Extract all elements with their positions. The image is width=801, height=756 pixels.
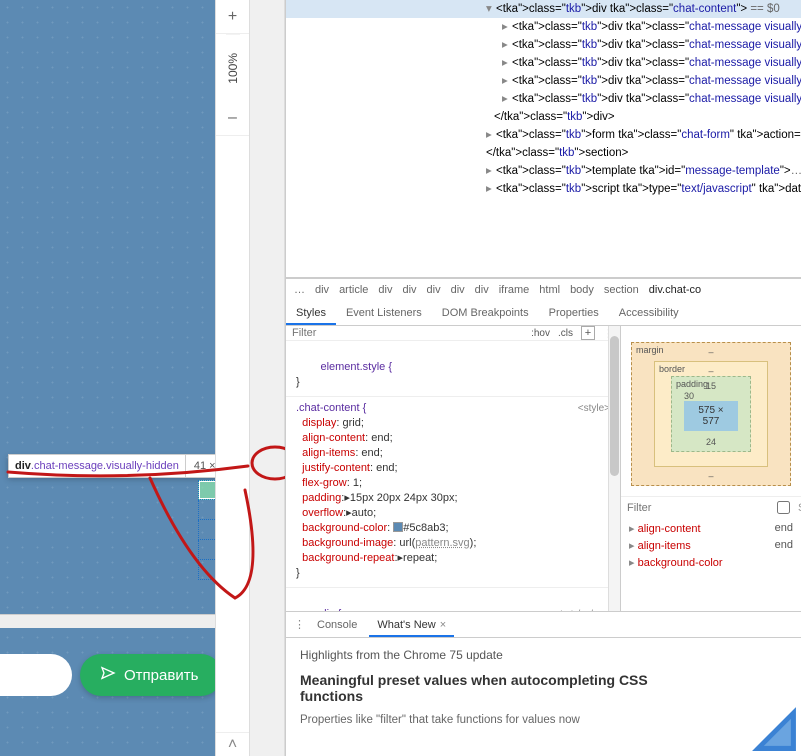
dom-breadcrumbs[interactable]: …divarticledivdivdivdivdiviframehtmlbody… bbox=[286, 278, 801, 300]
drawer-paragraph: Properties like "filter" that take funct… bbox=[300, 714, 787, 726]
breadcrumb-item[interactable]: section bbox=[604, 284, 639, 296]
css-rule-chat-content[interactable]: <style>.chat-content { display: grid; al… bbox=[286, 397, 620, 588]
dom-node-line[interactable]: ▸<tka">class="tkb">div tka">class="chat-… bbox=[286, 18, 801, 36]
paper-plane-icon bbox=[100, 665, 116, 685]
send-button-label: Отправить bbox=[124, 667, 198, 684]
drawer-tabbar: ⋮ Console What's New × bbox=[286, 612, 801, 638]
breadcrumb-item[interactable]: html bbox=[539, 284, 560, 296]
breadcrumb-item[interactable]: div bbox=[402, 284, 416, 296]
pattern-bg bbox=[0, 0, 249, 756]
element-style-block[interactable]: element.style { } bbox=[286, 341, 620, 397]
styles-filter-input[interactable] bbox=[292, 327, 523, 339]
dom-node-line[interactable]: ▸<tka">class="tkb">form tka">class="chat… bbox=[286, 126, 801, 144]
styles-tab-dom-breakpoints[interactable]: DOM Breakpoints bbox=[432, 300, 539, 325]
dom-node-line[interactable]: ▸<tka">class="tkb">script tka">type="tex… bbox=[286, 180, 801, 198]
breadcrumb-item[interactable]: body bbox=[570, 284, 594, 296]
dom-node-line[interactable]: ▸<tka">class="tkb">div tka">class="chat-… bbox=[286, 72, 801, 90]
computed-filter-input[interactable] bbox=[627, 502, 769, 514]
dom-node-line[interactable]: ▸<tka">class="tkb">div tka">class="chat-… bbox=[286, 36, 801, 54]
devtools-logo-icon bbox=[747, 702, 801, 756]
pane-resize-gutter[interactable] bbox=[249, 0, 285, 756]
inspect-tooltip: div.chat-message.visually-hidden 41 × 15 bbox=[8, 455, 240, 477]
dom-node-line[interactable]: ▸<tka">class="tkb">div tka">class="chat-… bbox=[286, 54, 801, 72]
close-icon[interactable]: × bbox=[440, 619, 446, 631]
breadcrumb-item[interactable]: … bbox=[294, 284, 305, 296]
breadcrumb-item[interactable]: div bbox=[451, 284, 465, 296]
dom-node-line[interactable]: ▾<tka">class="tkb">div tka">class="chat-… bbox=[286, 0, 801, 18]
computed-properties-list[interactable]: align-contentendalign-itemsendbackground… bbox=[621, 518, 801, 573]
show-all-checkbox[interactable] bbox=[777, 501, 790, 514]
drawer-tab-console[interactable]: Console bbox=[309, 612, 365, 637]
zoom-percent[interactable]: 100% bbox=[226, 34, 240, 102]
elements-tree[interactable]: ▾<tka">class="tkb">div tka">class="chat-… bbox=[286, 0, 801, 278]
breadcrumb-item[interactable]: div bbox=[378, 284, 392, 296]
chat-input-partial[interactable] bbox=[0, 654, 72, 696]
computed-property[interactable]: align-contentend bbox=[629, 520, 793, 537]
computed-filter: S bbox=[621, 496, 801, 518]
preview-pane[interactable]: div.chat-message.visually-hidden 41 × 15… bbox=[0, 0, 249, 756]
styles-scrollbar[interactable] bbox=[608, 326, 620, 611]
breadcrumb-item[interactable]: iframe bbox=[499, 284, 530, 296]
computed-property[interactable]: align-itemsend bbox=[629, 537, 793, 554]
computed-pane[interactable]: margin –– border – padding 15 30 24 575 … bbox=[621, 326, 801, 611]
dom-node-line[interactable]: </tka">class="tkb">section> bbox=[286, 144, 801, 162]
styles-tab-styles[interactable]: Styles bbox=[286, 300, 336, 325]
zoom-toolbar: + 100% – ˄ bbox=[215, 0, 249, 756]
box-model-diagram[interactable]: margin –– border – padding 15 30 24 575 … bbox=[621, 326, 801, 496]
breadcrumb-item[interactable]: div bbox=[315, 284, 329, 296]
styles-tabbar: StylesEvent ListenersDOM BreakpointsProp… bbox=[286, 300, 801, 326]
zoom-collapse-icon[interactable]: ˄ bbox=[216, 732, 250, 756]
breadcrumb-item[interactable]: div bbox=[475, 284, 489, 296]
send-button[interactable]: Отправить bbox=[80, 654, 222, 696]
styles-tab-accessibility[interactable]: Accessibility bbox=[609, 300, 689, 325]
drawer-tab-whatsnew[interactable]: What's New × bbox=[369, 612, 454, 637]
breadcrumb-item[interactable]: article bbox=[339, 284, 368, 296]
dom-node-line[interactable]: ▸<tka">class="tkb">div tka">class="chat-… bbox=[286, 90, 801, 108]
dom-node-line[interactable]: ▸<tka">class="tkb">template tka">id="mes… bbox=[286, 162, 801, 180]
styles-tab-event-listeners[interactable]: Event Listeners bbox=[336, 300, 432, 325]
hov-toggle[interactable]: :hov bbox=[531, 328, 550, 339]
styles-tab-properties[interactable]: Properties bbox=[539, 300, 609, 325]
cls-toggle[interactable]: .cls bbox=[558, 328, 573, 339]
drawer-menu-icon[interactable]: ⋮ bbox=[294, 618, 305, 631]
new-rule-button[interactable]: + bbox=[581, 326, 595, 340]
zoom-out-button[interactable]: – bbox=[216, 102, 250, 136]
drawer-subtitle: Highlights from the Chrome 75 update bbox=[300, 648, 787, 662]
css-rule-ua[interactable]: user agent stylesheetdiv { display: bloc… bbox=[286, 588, 620, 611]
box-content-size: 575 × 577 bbox=[684, 401, 738, 431]
zoom-in-button[interactable]: + bbox=[216, 0, 250, 34]
drawer-body[interactable]: Highlights from the Chrome 75 update Mea… bbox=[286, 638, 801, 756]
computed-property[interactable]: background-color bbox=[629, 554, 793, 571]
styles-filter-bar: :hov .cls + ⋮ bbox=[286, 326, 620, 341]
devtools-panel: ▾<tka">class="tkb">div tka">class="chat-… bbox=[285, 0, 801, 756]
drawer-heading: Meaningful preset values when autocomple… bbox=[300, 672, 787, 704]
breadcrumb-item[interactable]: div bbox=[427, 284, 441, 296]
breadcrumb-item[interactable]: div.chat-co bbox=[649, 284, 701, 296]
dom-node-line[interactable]: </tka">class="tkb">div> bbox=[286, 108, 801, 126]
styles-pane[interactable]: :hov .cls + ⋮ element.style { } <style>.… bbox=[286, 326, 621, 611]
preview-h-scrollbar[interactable] bbox=[0, 614, 249, 628]
